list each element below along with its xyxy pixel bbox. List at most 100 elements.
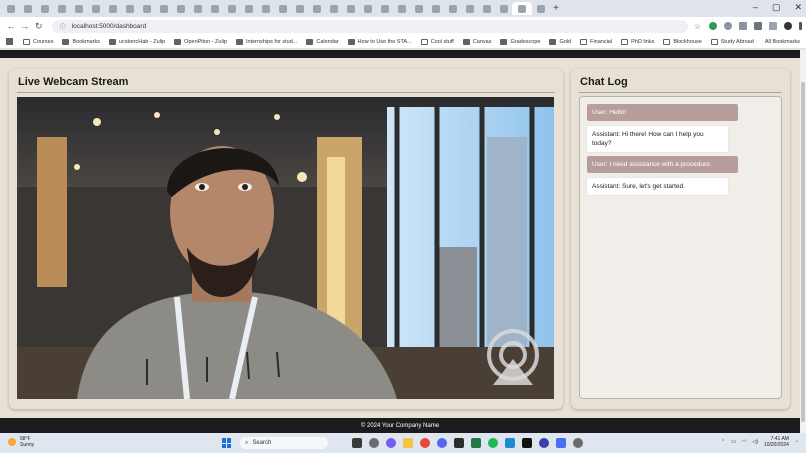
terminal-icon[interactable] (454, 438, 464, 448)
browser-tab[interactable] (291, 2, 308, 15)
task-view-icon[interactable] (352, 438, 362, 448)
browser-tab[interactable] (172, 2, 189, 15)
sidepanel-icon[interactable] (768, 22, 777, 30)
browser-tab[interactable] (223, 2, 240, 15)
bookmark-item[interactable]: Study Abroad (710, 38, 754, 45)
bookmark-item[interactable]: Blockhouse (663, 38, 702, 45)
copilot-icon[interactable] (386, 438, 396, 448)
browser-tab[interactable] (189, 2, 206, 15)
browser-tab[interactable] (359, 2, 376, 15)
windows-start-icon[interactable] (222, 438, 232, 448)
menu-icon[interactable] (798, 22, 802, 30)
browser-tab[interactable] (495, 2, 512, 15)
reload-icon[interactable]: ↻ (32, 21, 46, 32)
app-icon[interactable] (556, 438, 566, 448)
browser-tab[interactable] (155, 2, 172, 15)
browser-tab[interactable] (2, 2, 19, 15)
chat-log[interactable]: User: Hello! Assistant: Hi there! How ca… (579, 96, 782, 399)
bookmark-label: PhD links (631, 38, 655, 45)
browser-tab[interactable] (19, 2, 36, 15)
browser-tab[interactable] (138, 2, 155, 15)
extension-icon[interactable] (738, 22, 747, 30)
clock[interactable]: 7:41 AM 10/20/2024 (764, 436, 789, 448)
browser-tab[interactable] (325, 2, 342, 15)
avatar[interactable] (783, 22, 792, 30)
taskbar-search[interactable]: ⌕ Search (240, 437, 328, 449)
chrome-icon[interactable] (420, 438, 430, 448)
browser-tab[interactable] (376, 2, 393, 15)
bookmark-item[interactable]: Gold (549, 38, 571, 45)
extension-icon[interactable] (708, 22, 717, 30)
browser-tab[interactable] (121, 2, 138, 15)
bookmark-item[interactable]: Bookmarks (62, 38, 100, 45)
extension-icon[interactable] (723, 22, 732, 30)
vscode-icon[interactable] (505, 438, 515, 448)
browser-tab[interactable] (461, 2, 478, 15)
webcam-video[interactable] (17, 97, 554, 399)
display-icon[interactable]: ▭ (731, 439, 736, 445)
browser-tab[interactable] (240, 2, 257, 15)
spotify-icon[interactable] (488, 438, 498, 448)
bookmark-item[interactable]: Courses (23, 38, 53, 45)
browser-tab[interactable] (410, 2, 427, 15)
browser-tab[interactable] (444, 2, 461, 15)
browser-tab[interactable] (36, 2, 53, 15)
puzzle-icon[interactable] (753, 22, 762, 30)
browser-tab[interactable] (87, 2, 104, 15)
browser-tab[interactable] (532, 2, 549, 15)
apps-grid-icon[interactable] (6, 38, 13, 45)
weather-widget[interactable]: 58°F Sunny (8, 436, 34, 448)
bookmark-item[interactable]: Canvas (462, 38, 491, 45)
chat-message-user: User: Hello! (587, 104, 738, 121)
browser-tab[interactable] (342, 2, 359, 15)
favicon-icon (329, 4, 338, 13)
chat-panel: Chat Log User: Hello! Assistant: Hi ther… (571, 69, 790, 409)
browser-tab[interactable] (53, 2, 70, 15)
favicon-icon (397, 4, 406, 13)
bookmark-item[interactable]: Calendar (306, 38, 339, 45)
scrollbar-thumb[interactable] (801, 82, 805, 422)
browser-tab[interactable] (308, 2, 325, 15)
browser-tab[interactable] (104, 2, 121, 15)
maximize-icon[interactable]: ▢ (772, 2, 781, 13)
excel-icon[interactable] (471, 438, 481, 448)
browser-tab[interactable] (257, 2, 274, 15)
bookmark-star-icon[interactable]: ☆ (694, 22, 701, 31)
browser-tab[interactable] (427, 2, 444, 15)
browser-tab[interactable] (70, 2, 87, 15)
bookmark-item[interactable]: ucsbercHab - Zulip (109, 38, 165, 45)
volume-icon[interactable]: ◁) (752, 439, 758, 445)
minimize-icon[interactable]: – (753, 2, 758, 13)
app-icon[interactable] (573, 438, 583, 448)
new-tab-button[interactable]: + (553, 3, 559, 14)
bookmark-item[interactable]: Cool stuff (420, 38, 454, 45)
notification-icon[interactable]: ◔ (795, 439, 798, 445)
browser-tab[interactable] (393, 2, 410, 15)
bookmark-item[interactable]: OpenPiton - Zulip (174, 38, 227, 45)
all-bookmarks-folder[interactable]: All Bookmarks (765, 39, 800, 45)
bookmark-item[interactable]: Financial (580, 38, 612, 45)
bookmark-item[interactable]: Gradescope (500, 38, 540, 45)
settings-icon[interactable] (369, 438, 379, 448)
forward-icon[interactable]: → (18, 21, 32, 31)
bookmark-item[interactable]: PhD links (621, 38, 655, 45)
browser-tab-active[interactable] (512, 2, 532, 15)
back-icon[interactable]: ← (4, 21, 18, 31)
browser-tab[interactable] (478, 2, 495, 15)
file-explorer-icon[interactable] (403, 438, 413, 448)
discord-icon[interactable] (437, 438, 447, 448)
favicon-icon (193, 4, 202, 13)
browser-tab[interactable] (206, 2, 223, 15)
browser-tab[interactable] (274, 2, 291, 15)
app-icon[interactable] (539, 438, 549, 448)
favicon-icon (91, 4, 100, 13)
favicon-icon (235, 38, 243, 45)
app-icon[interactable] (522, 438, 532, 448)
wifi-icon[interactable]: ◠ (742, 439, 746, 445)
close-icon[interactable]: ✕ (794, 2, 802, 13)
address-bar[interactable]: ⓘ localhost:5000/dashboard (51, 19, 688, 33)
bookmark-item[interactable]: How to Use the STA... (347, 38, 412, 45)
site-info-icon[interactable]: ⓘ (60, 22, 66, 31)
bookmark-item[interactable]: Internships for stud... (235, 38, 297, 45)
chevron-up-icon[interactable]: ⌃ (721, 439, 725, 445)
